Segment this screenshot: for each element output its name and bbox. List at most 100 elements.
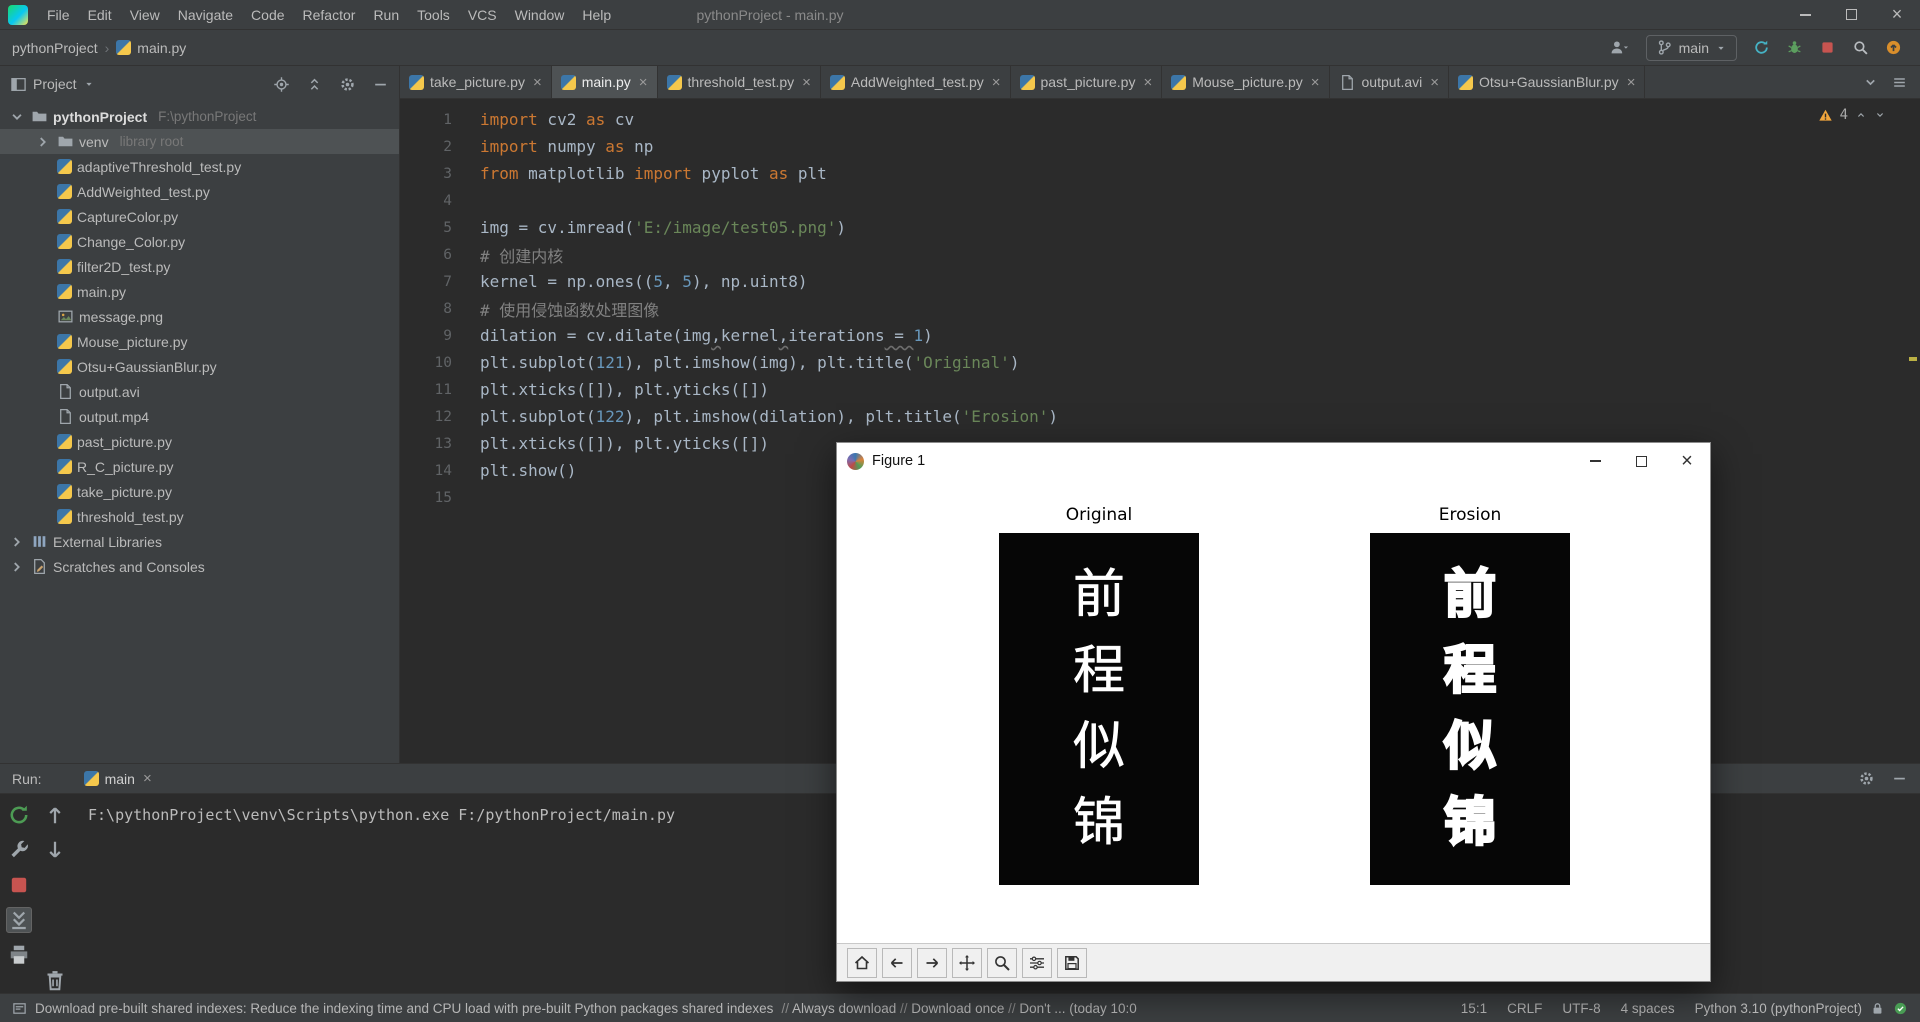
tree-item-external-libraries[interactable]: External Libraries (0, 529, 399, 554)
run-tab-main[interactable]: main × (83, 770, 152, 787)
tab-close-icon[interactable]: × (802, 74, 811, 91)
tree-item-output-avi[interactable]: output.avi (0, 379, 399, 404)
line-number[interactable]: 1 (400, 112, 452, 128)
tree-item-mouse-picture-py[interactable]: Mouse_picture.py (0, 329, 399, 354)
chevron-down-icon[interactable] (8, 109, 26, 125)
tree-item-venv[interactable]: venv library root (0, 129, 399, 154)
tree-item-take-picture-py[interactable]: take_picture.py (0, 479, 399, 504)
chevron-right-icon[interactable] (8, 559, 26, 575)
tab-close-icon[interactable]: × (1627, 74, 1636, 91)
status-item-python-3-10-pythonproject[interactable]: Python 3.10 (pythonProject) (1695, 1001, 1862, 1016)
menu-run[interactable]: Run (364, 0, 408, 30)
tab-otsu-gaussianblur-py[interactable]: Otsu+GaussianBlur.py × (1449, 66, 1646, 98)
line-number[interactable]: 4 (400, 193, 452, 209)
no-problems-icon[interactable] (1893, 1001, 1908, 1016)
next-warning-icon[interactable] (1874, 109, 1886, 121)
tab-take-picture-py[interactable]: take_picture.py × (400, 66, 552, 98)
menu-vcs[interactable]: VCS (459, 0, 506, 30)
maximize-button[interactable] (1828, 0, 1874, 29)
tree-item-threshold-test-py[interactable]: threshold_test.py (0, 504, 399, 529)
code-line[interactable]: 8 # 使用侵蚀函数处理图像 (400, 295, 1920, 322)
figure-maximize-button[interactable] (1618, 443, 1664, 479)
settings-gear-icon[interactable] (339, 76, 356, 93)
code-line[interactable]: 5 img = cv.imread('E:/image/test05.png') (400, 214, 1920, 241)
tree-item-adaptivethreshold-test-py[interactable]: adaptiveThreshold_test.py (0, 154, 399, 179)
branch-widget[interactable]: main (1645, 34, 1737, 61)
tab-main-py[interactable]: main.py × (551, 66, 658, 98)
minimize-button[interactable] (1782, 0, 1828, 29)
figure-title-bar[interactable]: Figure 1 × (837, 443, 1710, 479)
inspections-widget[interactable]: 4 (1818, 107, 1886, 123)
zoom-button[interactable] (987, 947, 1017, 978)
tree-item-otsu-gaussianblur-py[interactable]: Otsu+GaussianBlur.py (0, 354, 399, 379)
line-number[interactable]: 5 (400, 220, 452, 236)
down-stack-icon[interactable] (42, 837, 68, 863)
home-button[interactable] (847, 947, 877, 978)
debug-icon[interactable] (1786, 39, 1803, 56)
search-icon[interactable] (1852, 39, 1869, 56)
tree-item-filter2d-test-py[interactable]: filter2D_test.py (0, 254, 399, 279)
figure-close-button[interactable]: × (1664, 443, 1710, 479)
tab-mouse-picture-py[interactable]: Mouse_picture.py × (1162, 66, 1330, 98)
hide-panel-icon[interactable] (1891, 770, 1908, 787)
line-number[interactable]: 2 (400, 139, 452, 155)
tab-close-icon[interactable]: × (639, 74, 648, 91)
settings-gear-icon[interactable] (1858, 770, 1875, 787)
wrench-icon[interactable] (6, 837, 32, 863)
close-button[interactable]: × (1874, 0, 1920, 29)
updates-available-icon[interactable] (1885, 39, 1902, 56)
lock-icon[interactable] (1870, 1001, 1885, 1016)
figure-minimize-button[interactable] (1572, 443, 1618, 479)
locate-file-icon[interactable] (273, 76, 290, 93)
line-number[interactable]: 12 (400, 409, 452, 425)
hidden-tabs-icon[interactable] (1862, 74, 1879, 91)
breadcrumb-item-pythonproject[interactable]: pythonProject (12, 40, 98, 56)
background-tasks-icon[interactable] (12, 1001, 27, 1016)
trash-icon[interactable] (42, 968, 68, 994)
menu-edit[interactable]: Edit (79, 0, 121, 30)
code-with-me-icon[interactable] (1608, 39, 1630, 56)
line-number[interactable]: 11 (400, 382, 452, 398)
configure-button[interactable] (1022, 947, 1052, 978)
code-line[interactable]: 9 dilation = cv.dilate(img,kernel,iterati… (400, 322, 1920, 349)
menu-view[interactable]: View (121, 0, 169, 30)
line-number[interactable]: 14 (400, 463, 452, 479)
status-action-download-once[interactable]: Download once (911, 1001, 1004, 1016)
line-number[interactable]: 13 (400, 436, 452, 452)
tree-item-pythonproject[interactable]: pythonProject F:\pythonProject (0, 104, 399, 129)
chevron-right-icon[interactable] (34, 134, 52, 150)
stop-icon[interactable] (1819, 39, 1836, 56)
tree-item-change-color-py[interactable]: Change_Color.py (0, 229, 399, 254)
tab-close-icon[interactable]: × (533, 74, 542, 91)
code-line[interactable]: 6 # 创建内核 (400, 241, 1920, 268)
chevron-right-icon[interactable] (8, 534, 26, 550)
menu-code[interactable]: Code (242, 0, 293, 30)
tree-item-scratches-and-consoles[interactable]: Scratches and Consoles (0, 554, 399, 579)
status-item-15-1[interactable]: 15:1 (1461, 1001, 1487, 1016)
tree-item-main-py[interactable]: main.py (0, 279, 399, 304)
chevron-down-icon[interactable] (83, 78, 95, 90)
title-bar[interactable]: File Edit View Navigate Code Refactor Run Tools… (0, 0, 1920, 30)
status-action-don-t[interactable]: Don't ... (1019, 1001, 1065, 1016)
code-line[interactable]: 12 plt.subplot(122), plt.imshow(dilation)… (400, 403, 1920, 430)
project-panel-title[interactable]: Project (33, 76, 77, 92)
tree-item-message-png[interactable]: message.png (0, 304, 399, 329)
code-line[interactable]: 11 plt.xticks([]), plt.yticks([]) (400, 376, 1920, 403)
line-number[interactable]: 9 (400, 328, 452, 344)
tree-item-output-mp4[interactable]: output.mp4 (0, 404, 399, 429)
status-item-crlf[interactable]: CRLF (1507, 1001, 1542, 1016)
tab-output-avi[interactable]: output.avi × (1330, 66, 1449, 98)
code-line[interactable]: 10 plt.subplot(121), plt.imshow(img), plt… (400, 349, 1920, 376)
pan-button[interactable] (952, 947, 982, 978)
breadcrumb-item-main-py[interactable]: main.py (116, 40, 186, 56)
tree-item-r-c-picture-py[interactable]: R_C_picture.py (0, 454, 399, 479)
up-stack-icon[interactable] (42, 802, 68, 828)
status-item-4-spaces[interactable]: 4 spaces (1621, 1001, 1675, 1016)
status-action-always-download[interactable]: Always download (792, 1001, 896, 1016)
prev-warning-icon[interactable] (1855, 109, 1867, 121)
tree-item-past-picture-py[interactable]: past_picture.py (0, 429, 399, 454)
menu-refactor[interactable]: Refactor (294, 0, 365, 30)
editor-scrollbar[interactable] (1906, 99, 1920, 763)
menu-file[interactable]: File (38, 0, 79, 30)
code-line[interactable]: 2 import numpy as np (400, 133, 1920, 160)
